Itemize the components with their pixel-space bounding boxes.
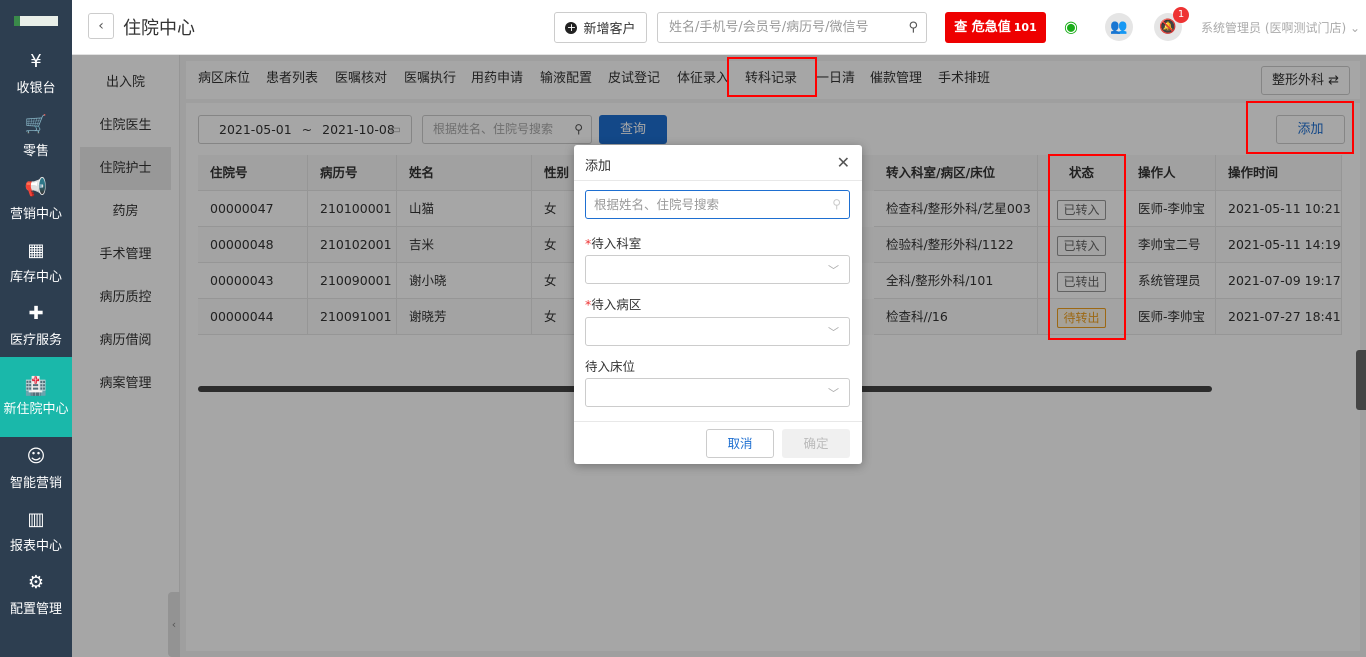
nav-item-label: 营销中心: [9, 206, 62, 222]
page-title: 住院中心: [123, 18, 195, 39]
annotation-box-status-column: [1048, 154, 1126, 340]
wechat-icon[interactable]: ◉: [1057, 13, 1085, 41]
dept-select[interactable]: ﹀: [585, 255, 850, 284]
nav-item-6[interactable]: ☺ 智能营销: [0, 437, 72, 500]
global-search-input[interactable]: 姓名/手机号/会员号/病历号/微信号 ⚲: [657, 12, 927, 43]
chevron-down-icon: ⌄: [1350, 21, 1361, 35]
grid-icon: ▦: [27, 239, 45, 261]
new-customer-label: 新增客户: [583, 22, 636, 37]
modal-header: 添加 ✕: [574, 145, 862, 181]
critical-count: 101: [1013, 21, 1037, 34]
modal-footer-divider: [574, 421, 862, 422]
nav-item-3[interactable]: ▦ 库存中心: [0, 231, 72, 294]
modal-title: 添加: [585, 159, 612, 174]
nav-item-label: 医疗服务: [9, 332, 62, 348]
chevron-down-icon: ﹀: [828, 326, 839, 339]
bed-field-label: 待入床位: [585, 356, 635, 375]
dept-field-label: *待入科室: [585, 233, 641, 252]
critical-label: 查 危急值: [954, 20, 1011, 35]
nav-item-5[interactable]: 🏥 新住院中心: [0, 357, 72, 437]
back-button[interactable]: ‹: [88, 13, 114, 39]
side-handle[interactable]: [1356, 350, 1366, 410]
new-customer-button[interactable]: + 新增客户: [554, 12, 647, 43]
confirm-button[interactable]: 确定: [782, 429, 850, 458]
search-icon[interactable]: ⚲: [908, 13, 918, 42]
megaphone-icon: 📢: [24, 176, 48, 198]
chevron-down-icon: ﹀: [828, 387, 839, 400]
logo: [0, 0, 72, 42]
nav-item-7[interactable]: ▥ 报表中心: [0, 500, 72, 563]
nav-item-label: 智能营销: [9, 475, 62, 491]
notification-badge: 1: [1173, 7, 1189, 23]
nav-item-0[interactable]: ¥ 收银台: [0, 42, 72, 105]
cart-icon: 🛒: [24, 113, 48, 135]
nav-item-label: 报表中心: [9, 538, 62, 554]
critical-value-button[interactable]: 查 危急值 101: [945, 12, 1046, 43]
cancel-button[interactable]: 取消: [706, 429, 774, 458]
bar-chart-icon: ▥: [27, 508, 45, 530]
app-root: ¥ 收银台 🛒 零售 📢 营销中心 ▦ 库存中心 ✚ 医疗服务 🏥 新住院中心 ☺ 智能营销 ▥ 报表中心 ⚙ 配…: [0, 0, 1366, 657]
plus-icon: +: [565, 20, 578, 34]
dept-label-text: 待入科室: [591, 236, 642, 251]
smart-marketing-icon: ☺: [26, 445, 46, 467]
global-search-placeholder: 姓名/手机号/会员号/病历号/微信号: [669, 20, 869, 35]
gear-icon: ⚙: [27, 571, 45, 593]
modal-search-placeholder: 根据姓名、住院号搜索: [594, 197, 720, 212]
nav-item-8[interactable]: ⚙ 配置管理: [0, 563, 72, 626]
nav-item-label: 零售: [22, 143, 49, 159]
nav-item-label: 新住院中心: [3, 401, 69, 417]
user-menu[interactable]: 系统管理员 (医啊测试门店) ⌄: [1201, 19, 1360, 36]
medkit-icon: ✚: [28, 302, 44, 324]
modal-search-input[interactable]: 根据姓名、住院号搜索 ⚲: [585, 190, 850, 219]
yen-icon: ¥: [30, 50, 42, 72]
bed-label-text: 待入床位: [585, 359, 636, 374]
ward-field-label: *待入病区: [585, 294, 641, 313]
user-name: 系统管理员 (医啊测试门店): [1201, 21, 1347, 35]
nav-item-1[interactable]: 🛒 零售: [0, 105, 72, 168]
annotation-box-add-button: [1246, 101, 1354, 154]
left-nav: ¥ 收银台 🛒 零售 📢 营销中心 ▦ 库存中心 ✚ 医疗服务 🏥 新住院中心 ☺ 智能营销 ▥ 报表中心 ⚙ 配…: [0, 0, 72, 657]
nav-item-2[interactable]: 📢 营销中心: [0, 168, 72, 231]
search-icon: ⚲: [832, 197, 841, 211]
chevron-left-icon: ‹: [98, 18, 104, 34]
close-icon[interactable]: ✕: [837, 153, 850, 172]
hospital-icon: 🏥: [24, 375, 48, 397]
ward-select[interactable]: ﹀: [585, 317, 850, 346]
nav-item-label: 收银台: [16, 80, 56, 96]
nav-item-label: 配置管理: [9, 601, 62, 617]
bed-select[interactable]: ﹀: [585, 378, 850, 407]
users-icon[interactable]: 👥: [1105, 13, 1133, 41]
top-bar: ‹ 住院中心 + 新增客户 姓名/手机号/会员号/病历号/微信号 ⚲ 查 危急值 10…: [72, 0, 1366, 55]
annotation-box-transfer-tab: [727, 57, 817, 97]
ward-label-text: 待入病区: [591, 297, 642, 312]
nav-item-label: 库存中心: [9, 269, 62, 285]
nav-item-4[interactable]: ✚ 医疗服务: [0, 294, 72, 357]
chevron-down-icon: ﹀: [828, 264, 839, 277]
add-transfer-modal: 添加 ✕ 根据姓名、住院号搜索 ⚲ *待入科室 ﹀ *待入病区 ﹀ 待入床位 ﹀ …: [574, 145, 862, 464]
